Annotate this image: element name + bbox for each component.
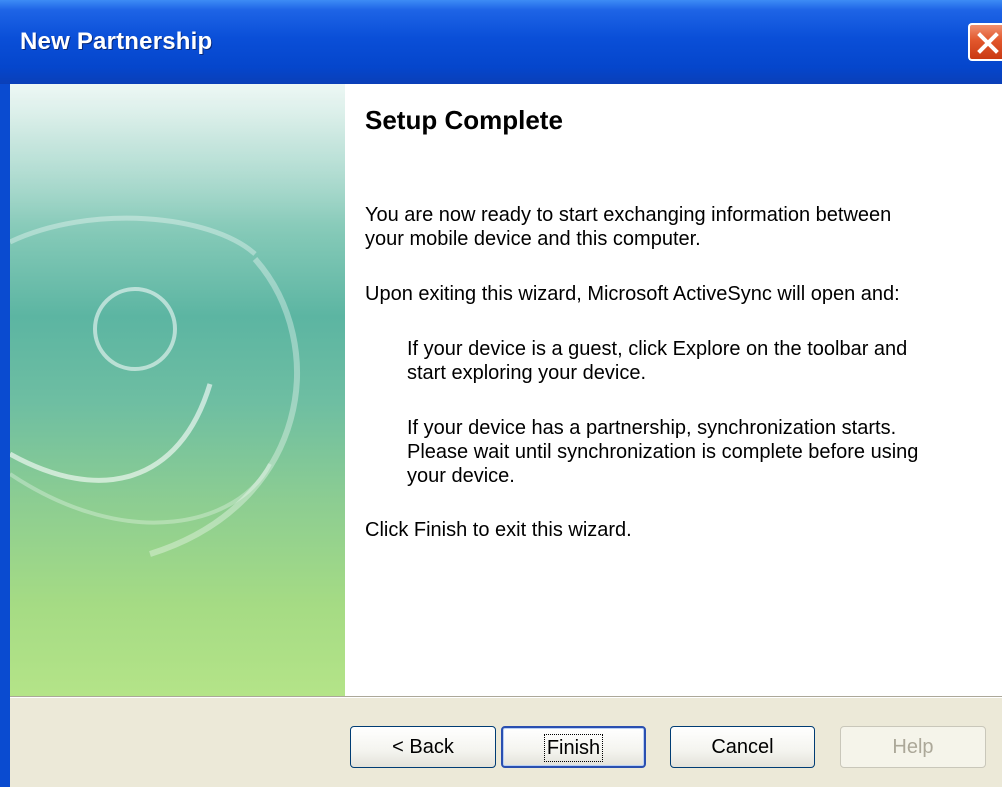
wizard-banner-image	[10, 84, 345, 696]
back-button[interactable]: < Back	[350, 726, 496, 768]
finish-button-label: Finish	[543, 734, 604, 762]
finish-button[interactable]: Finish	[501, 726, 646, 768]
close-icon	[977, 32, 999, 54]
wizard-body: Setup Complete You are now ready to star…	[10, 84, 1002, 787]
page-heading: Setup Complete	[365, 105, 563, 135]
guest-info-line-1: If your device is a guest, click Explore…	[407, 338, 908, 360]
window-frame	[0, 84, 10, 787]
finish-instruction-text: Click Finish to exit this wizard.	[365, 519, 632, 541]
wizard-content: Setup Complete You are now ready to star…	[345, 84, 1002, 696]
intro-text-line-1: You are now ready to start exchanging in…	[365, 204, 892, 226]
title-bar[interactable]: New Partnership	[0, 0, 1002, 84]
partnership-info-line-2: Please wait until synchronization is com…	[407, 441, 919, 463]
close-button[interactable]	[968, 23, 1002, 61]
cancel-button-label: Cancel	[711, 736, 774, 758]
intro-text-line-2: your mobile device and this computer.	[365, 228, 701, 250]
partnership-info-line-1: If your device has a partnership, synchr…	[407, 417, 897, 439]
exit-info-text: Upon exiting this wizard, Microsoft Acti…	[365, 283, 900, 305]
help-button: Help	[840, 726, 986, 768]
button-area-divider-highlight	[10, 697, 1002, 698]
back-button-label: < Back	[392, 736, 454, 758]
wizard-window: New Partnership Setup Complete You are n…	[0, 0, 1002, 787]
help-button-label: Help	[892, 736, 934, 758]
window-title: New Partnership	[20, 28, 213, 55]
guest-info-line-2: start exploring your device.	[407, 362, 647, 384]
cancel-button[interactable]: Cancel	[670, 726, 815, 768]
partnership-info-line-3: your device.	[407, 465, 515, 487]
